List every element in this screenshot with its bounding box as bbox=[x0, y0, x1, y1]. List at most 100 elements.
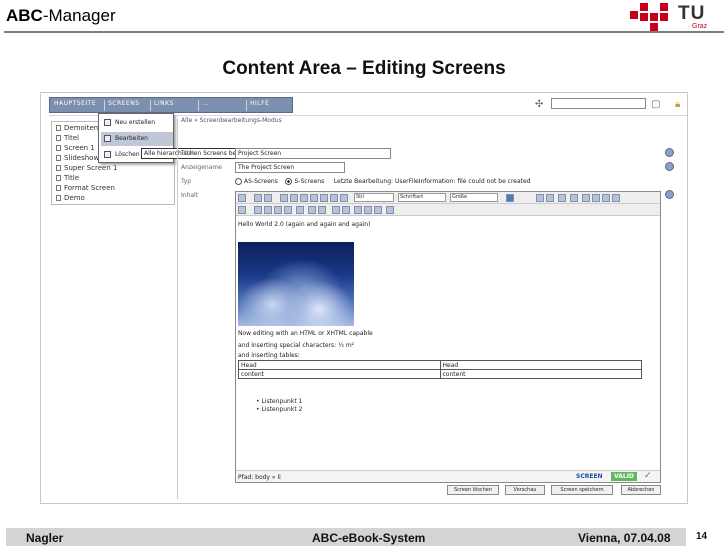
hr-icon[interactable] bbox=[332, 206, 340, 214]
info-icon[interactable] bbox=[665, 190, 674, 199]
table-cell: Head bbox=[439, 360, 642, 370]
justify-icon[interactable] bbox=[340, 194, 348, 202]
bold-icon[interactable] bbox=[280, 194, 288, 202]
cell-icon[interactable] bbox=[274, 206, 282, 214]
split-icon[interactable] bbox=[296, 206, 304, 214]
page-number: 14 bbox=[696, 531, 708, 542]
font-select[interactable]: Schriftart bbox=[398, 193, 446, 202]
image-icon[interactable] bbox=[612, 194, 620, 202]
screen-type-radios: AS-Screens S-Screens Letzte Bearbeitung:… bbox=[235, 178, 531, 185]
list-item[interactable]: Format Screen bbox=[56, 184, 115, 192]
delete-row-icon[interactable] bbox=[308, 206, 316, 214]
undo-icon[interactable] bbox=[536, 194, 544, 202]
list-item[interactable]: Slideshow bbox=[56, 154, 99, 162]
editor-line: and inserting tables: bbox=[238, 352, 300, 359]
table-icon[interactable] bbox=[238, 206, 246, 214]
editor-line: Now editing with an HTML or XHTML capabl… bbox=[238, 330, 373, 337]
search-input[interactable] bbox=[551, 98, 646, 109]
info-icon[interactable] bbox=[665, 148, 674, 157]
list-item[interactable]: Demo bbox=[56, 194, 85, 202]
menu-item-screens[interactable]: SCREENS bbox=[108, 100, 140, 111]
logo-subtext: Graz bbox=[692, 23, 708, 30]
menu-item-help[interactable]: HILFE bbox=[250, 100, 269, 111]
anchor-icon[interactable] bbox=[602, 194, 610, 202]
window-icon[interactable]: ▢ bbox=[651, 99, 660, 110]
sub-icon[interactable] bbox=[354, 206, 362, 214]
menu-item-home[interactable]: HAUPTSEITE bbox=[54, 100, 96, 111]
link-icon[interactable] bbox=[582, 194, 590, 202]
binoculars-icon[interactable]: ✣ bbox=[535, 99, 543, 110]
list-item[interactable]: Demoitem bbox=[56, 124, 101, 132]
editor-table: Head Head content content bbox=[238, 360, 642, 379]
html-source-icon[interactable] bbox=[506, 194, 514, 202]
copy-icon[interactable] bbox=[264, 194, 272, 202]
italic-icon[interactable] bbox=[290, 194, 298, 202]
radio-s-screens[interactable] bbox=[285, 178, 293, 185]
replace-icon[interactable] bbox=[570, 194, 578, 202]
radio-as-screens[interactable] bbox=[235, 178, 242, 185]
menu-edit[interactable]: Bearbeiten bbox=[101, 132, 173, 146]
cut-icon[interactable] bbox=[254, 194, 262, 202]
divider bbox=[177, 119, 178, 499]
tu-graz-logo: TU Graz bbox=[630, 3, 722, 33]
align-left-icon[interactable] bbox=[310, 194, 318, 202]
find-icon[interactable] bbox=[558, 194, 566, 202]
char-icon[interactable] bbox=[374, 206, 382, 214]
menu-new[interactable]: Neu erstellen bbox=[101, 116, 173, 130]
redo-icon[interactable] bbox=[546, 194, 554, 202]
display-name-field[interactable]: The Project Screen bbox=[235, 162, 345, 173]
column-icon[interactable] bbox=[264, 206, 272, 214]
list-item: • Listenpunkt 2 bbox=[256, 406, 303, 413]
lock-icon[interactable]: 🔒︎ bbox=[675, 99, 680, 110]
rich-text-editor[interactable]: Stil Schriftart Größe Hello World 2.0 (a… bbox=[235, 191, 661, 483]
table-cell: content bbox=[439, 369, 642, 379]
underline-icon[interactable] bbox=[300, 194, 308, 202]
editor-toolbar-1: Stil Schriftart Größe bbox=[236, 192, 660, 204]
style-select[interactable]: Stil bbox=[354, 193, 394, 202]
editor-screenshot: HAUPTSEITE SCREENS LINKS ... HILFE ✣ ▢ 🔒… bbox=[40, 92, 688, 504]
edit-icon[interactable] bbox=[238, 194, 246, 202]
sup-icon[interactable] bbox=[364, 206, 372, 214]
table-row: Head Head bbox=[238, 360, 642, 370]
align-center-icon[interactable] bbox=[320, 194, 328, 202]
list-item[interactable]: Titel bbox=[56, 134, 79, 142]
row-icon[interactable] bbox=[254, 206, 262, 214]
save-screen-button[interactable]: Screen speichern bbox=[551, 485, 613, 495]
menu-item-more[interactable]: ... bbox=[202, 100, 209, 111]
editor-statusbar: Pfad: body » li SCREEN VALID ✓ bbox=[236, 470, 660, 482]
size-select[interactable]: Größe bbox=[450, 193, 498, 202]
editor-line: Hello World 2.0 (again and again and aga… bbox=[238, 221, 371, 228]
slide-header: ABC-Manager TU Graz bbox=[0, 0, 728, 34]
preview-button[interactable]: Vorschau bbox=[505, 485, 545, 495]
align-right-icon[interactable] bbox=[330, 194, 338, 202]
field-label: Anzeigename bbox=[181, 164, 222, 171]
delete-col-icon[interactable] bbox=[318, 206, 326, 214]
list-item[interactable]: Screen 1 bbox=[56, 144, 95, 152]
title-field[interactable]: Project Screen bbox=[235, 148, 391, 159]
field-label: Inhalt bbox=[181, 192, 199, 199]
delete-icon bbox=[104, 151, 111, 158]
cancel-button[interactable]: Abbrechen bbox=[621, 485, 661, 495]
more-icon[interactable] bbox=[386, 206, 394, 214]
unlink-icon[interactable] bbox=[592, 194, 600, 202]
editor-toolbar-2 bbox=[236, 204, 660, 216]
menu-bar: HAUPTSEITE SCREENS LINKS ... HILFE bbox=[49, 97, 293, 113]
header-rule bbox=[4, 31, 724, 33]
screen-mode-label[interactable]: SCREEN bbox=[576, 473, 603, 480]
delete-screen-button[interactable]: Screen löschen bbox=[447, 485, 499, 495]
breadcrumb: Alle » Screenbearbeitungs-Modus bbox=[181, 117, 282, 124]
footer-author: Nagler bbox=[26, 531, 64, 545]
list-item[interactable]: Title bbox=[56, 174, 79, 182]
status-path: Pfad: body » li bbox=[238, 474, 281, 481]
merge-icon[interactable] bbox=[284, 206, 292, 214]
slide-title: Content Area – Editing Screens bbox=[222, 58, 506, 79]
new-icon bbox=[104, 119, 111, 126]
radio-note: Letzte Bearbeitung: UserFileInformation:… bbox=[333, 178, 531, 185]
info-icon[interactable] bbox=[665, 162, 674, 171]
menu-item-links[interactable]: LINKS bbox=[154, 100, 174, 111]
list-item: • Listenpunkt 1 bbox=[256, 398, 303, 405]
editor-line: and inserting special characters: ½ m² bbox=[238, 342, 355, 349]
clear-icon[interactable] bbox=[342, 206, 350, 214]
list-item[interactable]: Super Screen 1 bbox=[56, 164, 117, 172]
check-icon: ✓ bbox=[644, 471, 652, 481]
